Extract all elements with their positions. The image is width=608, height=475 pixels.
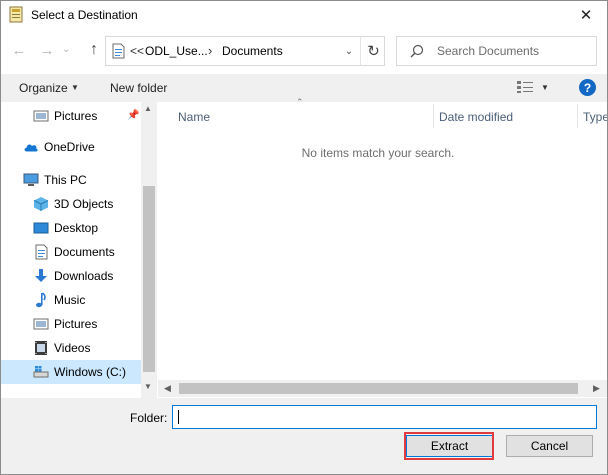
address-overflow[interactable]: << bbox=[130, 44, 144, 58]
scroll-down-icon[interactable]: ▼ bbox=[144, 382, 152, 391]
column-header-date-modified[interactable]: Date modified bbox=[439, 110, 513, 124]
extract-highlight bbox=[404, 432, 494, 460]
app-icon bbox=[9, 6, 23, 23]
nav-item-label: OneDrive bbox=[44, 140, 95, 154]
address-history-button[interactable]: ⌄ bbox=[341, 43, 357, 59]
column-divider[interactable] bbox=[433, 104, 434, 128]
navigation-pane[interactable]: Pictures OneDrive This PC 3D Objects Des… bbox=[1, 102, 157, 398]
nav-item-label: Desktop bbox=[54, 221, 99, 235]
nav-item-3d-objects[interactable]: 3D Objects bbox=[1, 192, 141, 216]
refresh-button[interactable]: ↻ bbox=[360, 37, 386, 65]
arrow-up-icon: ↑ bbox=[90, 41, 98, 58]
nav-item-label: 3D Objects bbox=[54, 197, 114, 211]
caret-down-icon[interactable]: ▼ bbox=[541, 83, 549, 92]
new-folder-button[interactable]: New folder bbox=[110, 81, 167, 95]
pictures-icon bbox=[33, 316, 49, 332]
documents-folder-icon bbox=[112, 43, 125, 59]
scroll-up-icon[interactable]: ▲ bbox=[144, 104, 152, 113]
3d-objects-icon bbox=[33, 196, 49, 212]
command-bar: Organize ▼ New folder ▼ ? bbox=[1, 74, 607, 102]
desktop-icon bbox=[33, 220, 49, 236]
folder-input[interactable] bbox=[172, 405, 597, 429]
close-button[interactable]: ✕ bbox=[572, 1, 600, 29]
nav-item-label: This PC bbox=[44, 173, 87, 187]
chevron-right-icon[interactable]: › bbox=[208, 43, 212, 58]
nav-item-music[interactable]: Music bbox=[1, 288, 141, 312]
nav-item-label: Downloads bbox=[54, 269, 114, 283]
search-placeholder: Search Documents bbox=[437, 44, 540, 58]
onedrive-icon bbox=[23, 139, 39, 155]
search-input[interactable]: Search Documents bbox=[396, 36, 597, 66]
nav-item-pictures-quick[interactable]: Pictures bbox=[1, 104, 141, 128]
nav-item-label: Windows (C:) bbox=[54, 365, 127, 379]
arrow-left-icon: ← bbox=[11, 41, 27, 59]
chevron-down-icon: ⌄ bbox=[62, 44, 71, 55]
breadcrumb-segment[interactable]: Documents bbox=[222, 44, 283, 58]
organize-button[interactable]: Organize bbox=[19, 81, 68, 95]
pictures-icon bbox=[33, 108, 49, 124]
documents-icon bbox=[33, 244, 49, 260]
search-icon bbox=[410, 44, 424, 58]
videos-icon bbox=[33, 340, 49, 356]
column-header-name[interactable]: Name bbox=[178, 110, 210, 124]
nav-item-this-pc[interactable]: This PC bbox=[1, 168, 141, 192]
back-button[interactable]: ← bbox=[9, 40, 29, 60]
folder-label: Folder: bbox=[130, 411, 168, 425]
help-button[interactable]: ? bbox=[579, 79, 596, 96]
arrow-right-icon: → bbox=[39, 41, 55, 59]
nav-item-onedrive[interactable]: OneDrive bbox=[1, 135, 141, 159]
sort-caret-icon: ⌃ bbox=[296, 97, 304, 107]
nav-item-label: Documents bbox=[54, 245, 115, 259]
nav-item-label: Pictures bbox=[54, 109, 98, 123]
refresh-icon: ↻ bbox=[367, 43, 380, 60]
nav-item-label: Videos bbox=[54, 341, 91, 355]
scrollbar-thumb[interactable] bbox=[143, 186, 155, 372]
forward-button[interactable]: → bbox=[37, 40, 57, 60]
column-header-type[interactable]: Type bbox=[583, 110, 608, 124]
nav-item-pictures[interactable]: Pictures bbox=[1, 312, 141, 336]
text-caret bbox=[178, 410, 179, 424]
drive-icon bbox=[33, 364, 49, 380]
cancel-button[interactable]: Cancel bbox=[506, 435, 593, 457]
nav-item-windows-c[interactable]: Windows (C:) bbox=[1, 360, 141, 384]
nav-item-label: Pictures bbox=[54, 317, 98, 331]
file-list-hscrollbar[interactable]: ◀ ▶ bbox=[158, 380, 607, 397]
breadcrumb-segment[interactable]: ODL_Use... bbox=[145, 44, 208, 58]
window-title: Select a Destination bbox=[31, 8, 138, 22]
nav-item-downloads[interactable]: Downloads bbox=[1, 264, 141, 288]
column-divider[interactable] bbox=[577, 104, 578, 128]
pin-icon[interactable]: 📌 bbox=[127, 110, 139, 121]
downloads-icon bbox=[33, 268, 49, 284]
address-bar[interactable]: << ODL_Use... › Documents ⌄ ↻ bbox=[105, 36, 385, 66]
nav-item-documents[interactable]: Documents bbox=[1, 240, 141, 264]
caret-down-icon[interactable]: ▼ bbox=[71, 83, 79, 92]
scroll-right-icon[interactable]: ▶ bbox=[593, 383, 600, 394]
empty-message: No items match your search. bbox=[301, 146, 455, 160]
view-options-icon[interactable] bbox=[516, 80, 534, 94]
scroll-left-icon[interactable]: ◀ bbox=[164, 383, 171, 394]
nav-pane-scrollbar[interactable]: ▲ ▼ bbox=[141, 102, 157, 398]
chevron-down-icon: ⌄ bbox=[344, 45, 354, 57]
scrollbar-thumb[interactable] bbox=[179, 383, 578, 394]
music-icon bbox=[33, 292, 49, 308]
nav-item-desktop[interactable]: Desktop bbox=[1, 216, 141, 240]
this-pc-icon bbox=[23, 172, 39, 188]
nav-item-label: Music bbox=[54, 293, 86, 307]
nav-item-videos[interactable]: Videos bbox=[1, 336, 141, 360]
up-button[interactable]: ↑ bbox=[84, 40, 104, 60]
close-icon: ✕ bbox=[579, 7, 593, 24]
recent-locations-button[interactable]: ⌄ bbox=[62, 44, 74, 56]
